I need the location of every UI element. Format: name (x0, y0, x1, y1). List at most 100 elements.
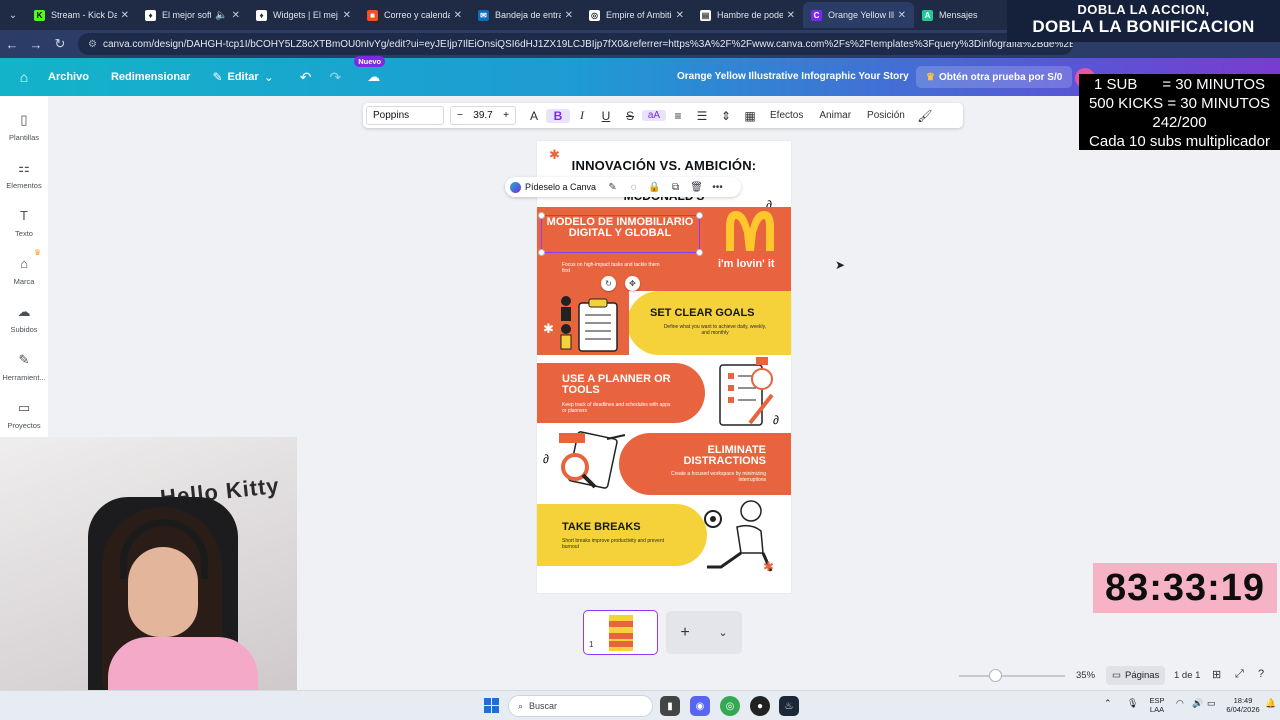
plus-icon[interactable]: + (503, 110, 509, 121)
chrome-icon[interactable]: ◎ (720, 696, 740, 716)
infographic-title[interactable]: INNOVACIÓN VS. AMBICIÓN: (537, 158, 791, 173)
breaks-description[interactable]: Short breaks improve productivity and pr… (562, 538, 682, 550)
browser-tab[interactable]: ◎ Empire of Ambitio ✕ (581, 2, 692, 28)
wifi-icon[interactable]: ◠ (1176, 698, 1184, 709)
browser-tab[interactable]: K Stream - Kick Da ✕ (26, 2, 137, 28)
close-tab-icon[interactable]: ✕ (565, 10, 573, 21)
more-icon[interactable]: ••• (707, 182, 728, 193)
sidebar-item-projects[interactable]: ▭ Proyectos (0, 400, 48, 430)
taskbar-search[interactable]: ⌕ Buscar (508, 695, 653, 717)
distractions-heading[interactable]: ELIMINATE DISTRACTIONS (647, 445, 767, 467)
position-button[interactable]: Posición (867, 110, 905, 121)
document-title[interactable]: Orange Yellow Illustrative Infographic Y… (677, 71, 909, 82)
close-tab-icon[interactable]: ✕ (454, 10, 462, 21)
redo-icon[interactable]: ↷ (329, 69, 341, 86)
resize-button[interactable]: Redimensionar (111, 71, 190, 83)
notification-bell-icon[interactable]: 🔔 (1265, 698, 1276, 709)
grid-view-icon[interactable]: ⊞ (1212, 668, 1221, 681)
windows-start-icon[interactable] (484, 698, 500, 714)
file-explorer-icon[interactable]: ▮ (660, 696, 680, 716)
bold-icon[interactable]: B (546, 108, 570, 123)
browser-tab-active[interactable]: C Orange Yellow Illu ✕ (803, 2, 914, 28)
browser-tab[interactable]: ♦ Widgets | El mej ✕ (248, 2, 359, 28)
transparency-icon[interactable]: ▦ (738, 109, 762, 123)
sidebar-item-elements[interactable]: ⚏ Elementos (0, 160, 48, 190)
url-field[interactable]: ⚙ canva.com/design/DAHGH-tcp1I/bCOHY5LZ8c… (78, 33, 1073, 55)
edit-menu[interactable]: ✎ Editar ⌄ (212, 70, 273, 84)
obs-icon[interactable]: ● (750, 696, 770, 716)
breaks-heading[interactable]: TAKE BREAKS (562, 522, 641, 533)
tray-chevron-icon[interactable]: ⌃ (1104, 698, 1112, 709)
design-page[interactable]: ✱ INNOVACIÓN VS. AMBICIÓN: MCDONALD'S ∂ … (537, 141, 791, 593)
lock-icon[interactable]: 🔒 (644, 182, 665, 193)
zoom-slider[interactable] (959, 675, 1065, 677)
sidebar-item-uploads[interactable]: ☁ Subidos (0, 304, 48, 334)
keyboard-language[interactable]: ESP LAA (1145, 696, 1169, 714)
ask-canva-button[interactable]: Pídeselo a Canva (505, 181, 602, 193)
paint-format-icon[interactable]: 🖌 (913, 109, 937, 123)
section-description[interactable]: Focus on high-impact tasks and tackle th… (562, 262, 662, 274)
font-family-select[interactable]: Poppins (366, 106, 444, 125)
reload-icon[interactable]: ↻ (48, 36, 72, 52)
add-page-button[interactable]: + ⌄ (666, 611, 742, 654)
italic-icon[interactable]: I (570, 108, 594, 123)
clock[interactable]: 18:49 6/04/2026 (1226, 696, 1260, 714)
browser-tab[interactable]: ■ Correo y calendar ✕ (359, 2, 470, 28)
forward-icon[interactable]: → (24, 37, 48, 52)
fullscreen-icon[interactable]: ⤢ (1235, 668, 1244, 681)
animate-button[interactable]: Animar (819, 110, 851, 121)
letter-case-icon[interactable]: aA (642, 110, 666, 121)
pages-button[interactable]: ▭ Páginas (1106, 666, 1166, 685)
tab-search-chevron-icon[interactable]: ⌄ (0, 4, 26, 26)
browser-tab[interactable]: ▤ Hambre de poder ✕ (692, 2, 803, 28)
distractions-description[interactable]: Create a focused workspace by minimizing… (647, 471, 766, 483)
font-size-stepper[interactable]: −39.7 + (450, 106, 516, 125)
zoom-value[interactable]: 35% (1076, 670, 1095, 681)
close-tab-icon[interactable]: ✕ (343, 10, 351, 21)
mcdonalds-slogan[interactable]: i'm lovin' it (718, 258, 775, 270)
sidebar-item-templates[interactable]: ▯ Plantillas (0, 112, 48, 142)
discord-icon[interactable]: ◉ (690, 696, 710, 716)
underline-icon[interactable]: U (594, 109, 618, 123)
magic-write-icon[interactable]: ✎ (602, 182, 623, 193)
move-icon[interactable]: ✥ (625, 276, 640, 291)
browser-tab[interactable]: ✉ Bandeja de entrad ✕ (470, 2, 581, 28)
file-menu[interactable]: Archivo (48, 71, 89, 83)
list-icon[interactable]: ☰ (690, 109, 714, 123)
close-tab-icon[interactable]: ✕ (787, 10, 795, 21)
zoom-slider-handle[interactable] (989, 669, 1002, 682)
home-icon[interactable]: ⌂ (0, 69, 48, 85)
resize-handle[interactable] (696, 212, 703, 219)
sidebar-item-text[interactable]: T Texto (0, 208, 48, 238)
chevron-down-icon[interactable]: ⌄ (718, 626, 727, 639)
font-size-value[interactable]: 39.7 (473, 110, 492, 121)
comment-icon[interactable]: ◌ (623, 182, 644, 193)
speaker-icon[interactable]: 🔈 (215, 10, 227, 21)
trial-button[interactable]: ♛ Obtén otra prueba por S/0 (916, 66, 1073, 88)
rotate-icon[interactable]: ↻ (601, 276, 616, 291)
close-tab-icon[interactable]: ✕ (121, 10, 129, 21)
back-icon[interactable]: ← (0, 37, 24, 52)
site-info-icon[interactable]: ⚙ (88, 39, 97, 50)
close-tab-icon[interactable]: ✕ (898, 10, 906, 21)
text-color-icon[interactable]: A (522, 109, 546, 123)
browser-tab[interactable]: ♦ El mejor softw 🔈 ✕ (137, 2, 248, 28)
sidebar-item-tools[interactable]: ✎ Herramient... (0, 352, 48, 382)
battery-icon[interactable]: ▭ (1207, 698, 1216, 709)
resize-handle[interactable] (538, 249, 545, 256)
minus-icon[interactable]: − (457, 110, 463, 121)
text-selection-box[interactable] (538, 212, 703, 256)
goals-heading[interactable]: SET CLEAR GOALS (650, 308, 755, 319)
sidebar-item-brand[interactable]: ♛ ⌂ Marca (0, 248, 48, 286)
duplicate-icon[interactable]: ⧉ (665, 182, 686, 193)
spacing-icon[interactable]: ⇕ (714, 109, 738, 123)
effects-button[interactable]: Efectos (770, 110, 803, 121)
planner-description[interactable]: Keep track of deadlines and schedules wi… (562, 402, 672, 414)
planner-heading[interactable]: USE A PLANNER OR TOOLS (562, 374, 672, 396)
goals-description[interactable]: Define what you want to achieve daily, w… (660, 324, 770, 336)
resize-handle[interactable] (538, 212, 545, 219)
close-tab-icon[interactable]: ✕ (232, 10, 240, 21)
align-center-icon[interactable]: ≡ (666, 109, 690, 123)
undo-icon[interactable]: ↶ (300, 69, 312, 86)
trash-icon[interactable]: 🗑 (686, 182, 707, 193)
